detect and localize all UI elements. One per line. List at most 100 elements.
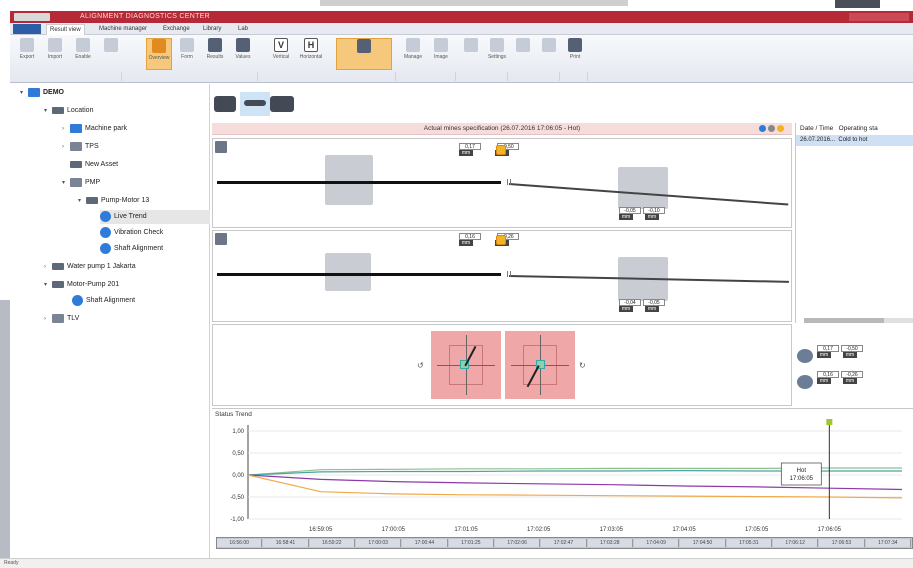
table-row[interactable]: 26.07.2016... Cold to hot — [796, 135, 913, 146]
settings-icon[interactable] — [767, 125, 775, 132]
x-tick-label: 17:04:05 — [672, 527, 696, 533]
horizontal-target — [505, 331, 575, 399]
tree-item-water-pump[interactable]: › Water pump 1 Jakarta — [44, 260, 136, 274]
image-icon — [434, 38, 448, 52]
delete-button[interactable] — [510, 38, 536, 70]
pump-shaft-line — [217, 273, 501, 276]
vertical-horizontal-button[interactable] — [336, 38, 392, 70]
tower-icon — [70, 177, 82, 187]
asset-icon — [86, 196, 98, 204]
tab-result-view[interactable]: Result view — [46, 24, 85, 35]
timebar-segment[interactable]: 17:03:28 — [587, 539, 633, 547]
tree-root[interactable]: ▾ DEMO — [20, 86, 64, 100]
reset-button[interactable] — [536, 38, 562, 70]
tree-item-tps[interactable]: › TPS — [62, 140, 99, 154]
form-button[interactable]: Form — [174, 38, 200, 70]
export-button[interactable]: Export — [14, 38, 40, 70]
timebar-segment[interactable]: 17:02:47 — [541, 539, 587, 547]
results-button[interactable]: Results — [202, 38, 228, 70]
quick-access-toolbar[interactable] — [14, 13, 50, 21]
file-menu-button[interactable] — [13, 24, 41, 34]
export-icon — [20, 38, 34, 52]
rotate-left-icon[interactable]: ↺ — [417, 361, 424, 370]
tab-exchange[interactable]: Exchange — [160, 24, 193, 35]
magnify-button[interactable] — [98, 38, 124, 70]
tree-item-tlv[interactable]: › TLV — [44, 312, 79, 326]
horizontal-button[interactable]: H Horizontal — [298, 38, 324, 70]
x-tick-label: 17:00:05 — [382, 527, 406, 533]
search-icon — [76, 38, 90, 52]
pump-graphic — [325, 253, 371, 291]
overview-icon — [152, 39, 166, 53]
timebar-segment[interactable]: 17:00:03 — [356, 539, 402, 547]
asset-icon — [70, 160, 82, 168]
view-toggle-icon[interactable] — [215, 141, 227, 153]
tree-item-vibration-check[interactable]: Vibration Check — [100, 226, 163, 240]
timebar-segment[interactable]: 16:56:00 — [217, 539, 263, 547]
table-scrollbar[interactable] — [804, 318, 913, 323]
coupling-values-top: 0,17-0,50 mmmm — [459, 143, 521, 156]
coupling-marker — [507, 179, 511, 185]
timebar-segment[interactable]: 17:05:31 — [726, 539, 772, 547]
tree-item-location[interactable]: ▾ Location — [44, 104, 93, 118]
background-strip — [320, 0, 628, 6]
zoom-icon — [104, 38, 118, 52]
timebar-segment[interactable]: 17:06:12 — [773, 539, 819, 547]
values-button[interactable]: Values — [230, 38, 256, 70]
info-icon[interactable] — [758, 125, 766, 132]
vertical-button[interactable]: V Vertical — [268, 38, 294, 70]
ribbon-group-tolerance — [508, 72, 560, 81]
ribbon-group-view — [144, 72, 258, 81]
timebar-segment[interactable]: 17:01:25 — [448, 539, 494, 547]
tree-item-pump-motor-13[interactable]: ▾ Pump-Motor 13 — [78, 194, 149, 208]
vertical-target — [431, 331, 501, 399]
window-controls[interactable] — [849, 13, 909, 21]
print-button[interactable]: Print — [562, 38, 588, 70]
foot-values: -0,04 -0,05 mm mm — [619, 299, 667, 312]
overview-button[interactable]: Overview — [146, 38, 172, 70]
x-tick-label: 17:06:05 — [818, 527, 842, 533]
timebar-segment[interactable]: 17:07:34 — [865, 539, 911, 547]
tree-item-motor-pump-201[interactable]: ▾ Motor-Pump 201 — [44, 278, 119, 292]
timebar-segment[interactable]: 17:06:53 — [819, 539, 865, 547]
tab-machine-manager[interactable]: Machine manager — [96, 24, 150, 35]
time-scrollbar[interactable]: 16:56:00 16:58:41 16:59:22 17:00:03 17:00:44… — [216, 537, 913, 549]
ribbon-tabs: Result view Machine manager Exchange Lib… — [10, 23, 913, 35]
import-button[interactable]: Import — [42, 38, 68, 70]
machine-selector[interactable] — [212, 88, 302, 118]
tree-item-live-trend[interactable]: Live Trend — [100, 210, 210, 224]
tree-item-new-asset[interactable]: New Asset — [70, 158, 118, 172]
x-tick-label: 17:02:05 — [527, 527, 551, 533]
rotate-right-icon[interactable]: ↻ — [579, 361, 586, 370]
settings-button[interactable]: Settings — [484, 38, 510, 70]
smiley-icon — [776, 125, 784, 132]
timebar-segment[interactable]: 16:58:41 — [263, 539, 309, 547]
tab-library[interactable]: Library — [200, 24, 224, 35]
background-block — [835, 0, 880, 8]
trend-icon — [100, 210, 111, 222]
timebar-segment[interactable]: 16:59:22 — [309, 539, 355, 547]
tree-item-pmp[interactable]: ▾ PMP — [62, 176, 100, 190]
tree-item-shaft-alignment-2[interactable]: Shaft Alignment — [72, 294, 135, 308]
tree-item-shaft-alignment[interactable]: Shaft Alignment — [100, 242, 163, 256]
tree-item-machine-park[interactable]: › Machine park — [62, 122, 127, 136]
time-cursor-handle — [826, 419, 833, 425]
machine-park-icon — [70, 123, 82, 133]
motor-graphic — [618, 167, 668, 209]
trend-chart[interactable]: 1,00 0,50 0,00 -0,50 -1,00 16:59:05 17:00:05 17… — [212, 409, 913, 537]
image-button[interactable]: Image — [428, 38, 454, 70]
timebar-segment[interactable]: 17:04:09 — [634, 539, 680, 547]
timebar-segment[interactable]: 17:00:44 — [402, 539, 448, 547]
tab-lab[interactable]: Lab — [235, 24, 251, 35]
timebar-segment[interactable]: 17:04:50 — [680, 539, 726, 547]
foot-values: -0,05 -0,10 mm mm — [619, 207, 667, 220]
enable-button[interactable]: Enable — [70, 38, 96, 70]
manual-button[interactable] — [458, 38, 484, 70]
x-tick-label: 17:05:05 — [745, 527, 769, 533]
smiley-icon — [496, 235, 506, 245]
reset-icon — [542, 38, 556, 52]
coupling-values-top: 0,16-0,26 mmmm — [459, 233, 521, 246]
manage-button[interactable]: Manage — [400, 38, 426, 70]
timebar-segment[interactable]: 17:02:06 — [495, 539, 541, 547]
view-toggle-icon[interactable] — [215, 233, 227, 245]
